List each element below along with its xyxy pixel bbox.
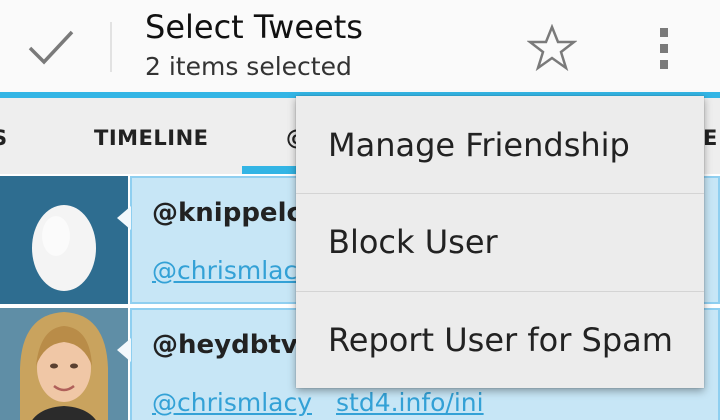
action-bar-subtitle: 2 items selected: [145, 52, 352, 81]
overflow-dot: [660, 27, 668, 37]
tab-partial-right[interactable]: E: [703, 98, 718, 174]
menu-item-block-user[interactable]: Block User: [296, 193, 704, 290]
bubble-notch: [117, 338, 131, 362]
action-bar-title: Select Tweets: [145, 8, 363, 46]
photo-avatar[interactable]: [0, 308, 128, 420]
overflow-menu-icon[interactable]: [640, 22, 688, 74]
action-bar-divider: [110, 22, 112, 72]
overflow-dropdown-menu: Manage Friendship Block User Report User…: [296, 96, 704, 388]
menu-item-report-spam[interactable]: Report User for Spam: [296, 291, 704, 388]
tweet-handle[interactable]: @heydbtv: [152, 330, 298, 360]
tweet-mention-link[interactable]: @chrismlac: [152, 256, 297, 285]
tweet-url-link[interactable]: std4.info/ini: [336, 388, 484, 417]
action-bar: Select Tweets 2 items selected: [0, 0, 720, 92]
checkmark-icon[interactable]: [20, 22, 82, 74]
overflow-dot: [660, 59, 668, 69]
star-outline-icon[interactable]: [524, 22, 580, 74]
tab-timeline[interactable]: TIMELINE: [94, 98, 209, 174]
egg-avatar[interactable]: [0, 176, 128, 304]
overflow-dot: [660, 43, 668, 53]
bubble-notch: [117, 206, 131, 230]
menu-item-manage-friendship[interactable]: Manage Friendship: [296, 96, 704, 193]
tweet-mention-link[interactable]: @chrismlacy: [152, 388, 312, 417]
tweet-handle[interactable]: @knippelc: [152, 198, 302, 228]
tab-partial-left[interactable]: S: [0, 98, 8, 174]
